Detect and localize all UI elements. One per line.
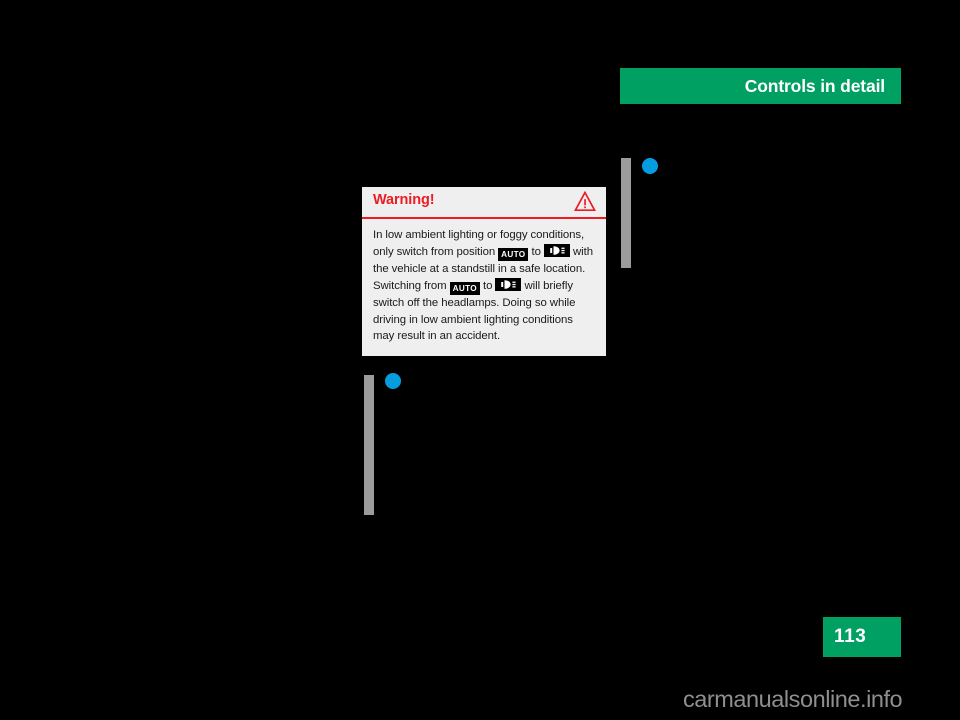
auto-position-icon-2: AUTO (449, 281, 480, 295)
left-column-marker-bar (364, 375, 374, 515)
page-number: 113 (834, 626, 867, 647)
warning-body-text: In low ambient lighting or foggy conditi… (362, 219, 606, 345)
warning-triangle-icon (573, 190, 597, 212)
auto-position-icon: AUTO (498, 247, 529, 261)
warning-text-part-2: to (528, 245, 544, 258)
headlamp-icon-2 (495, 277, 522, 291)
scanned-page: Controls in detail Warning! In low ambie… (0, 0, 960, 720)
right-column-marker-bar (621, 158, 631, 268)
running-head-banner: Controls in detail (620, 68, 901, 104)
running-head-title: Controls in detail (744, 75, 885, 96)
warning-title: Warning! (373, 192, 435, 208)
page-number-tab: 113 (823, 617, 901, 657)
right-column-marker-dot (642, 158, 658, 174)
site-watermark: carmanualsonline.info (683, 686, 903, 712)
warning-box: Warning! In low ambient lighting or fogg… (362, 187, 606, 356)
warning-box-header: Warning! (362, 187, 606, 219)
warning-text-part-4: to (479, 279, 496, 292)
left-column-marker-dot (385, 373, 401, 389)
headlamp-icon (543, 243, 570, 257)
